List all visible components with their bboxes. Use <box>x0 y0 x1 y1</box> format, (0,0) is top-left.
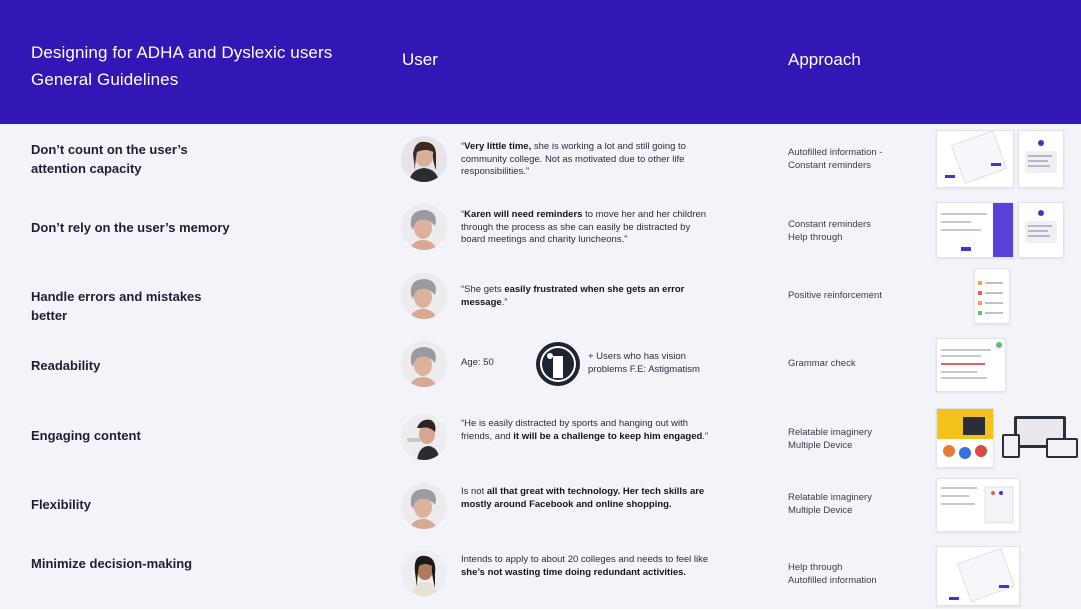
avatar <box>401 136 447 182</box>
screenshot-thumbnail <box>936 478 1020 532</box>
user-quote: “He is easily distracted by sports and h… <box>461 418 709 442</box>
phone-thumbnail <box>974 268 1010 324</box>
avatar <box>401 483 447 529</box>
screenshot-thumbnail <box>936 546 1020 606</box>
header-banner: Designing for ADHA and Dyslexic users Ge… <box>0 0 1081 124</box>
user-quote: “She gets easily frustrated when she get… <box>461 284 685 308</box>
approach-line: Constant reminders <box>788 160 871 171</box>
guideline-text: Engaging content <box>31 428 141 443</box>
approach-text: Relatable imaginery Multiple Device <box>788 426 872 452</box>
page-title: Designing for ADHA and Dyslexic users Ge… <box>31 39 332 93</box>
avatar <box>401 273 447 319</box>
approach-text: Grammar check <box>788 357 856 370</box>
user-quote: “Very little time, she is working a lot … <box>461 141 686 177</box>
astigmatism-eye-icon <box>536 342 580 386</box>
guideline-readability: Readability <box>31 356 231 375</box>
user-quote: Is not all that great with technology. H… <box>461 486 705 510</box>
guideline-errors: Handle errors and mistakes better <box>31 287 231 325</box>
approach-line: Positive reinforcement <box>788 290 882 301</box>
avatar <box>401 414 447 460</box>
guideline-decision: Minimize decision-making <box>31 554 231 573</box>
approach-line: Multiple Device <box>788 440 853 451</box>
approach-line: Help through <box>788 232 843 243</box>
approach-line: Help through <box>788 562 843 573</box>
guideline-text: attention capacity <box>31 161 142 176</box>
column-header-user: User <box>402 50 438 69</box>
phone-thumbnail <box>1018 202 1064 258</box>
user-quote: “Karen will need reminders to move her a… <box>461 209 707 245</box>
user-quote: Intends to apply to about 20 colleges an… <box>461 554 709 578</box>
avatar <box>401 204 447 250</box>
approach-text: Positive reinforcement <box>788 289 882 302</box>
guideline-memory: Don’t rely on the user’s memory <box>31 218 231 237</box>
approach-text: Autofilled information - Constant remind… <box>788 146 883 172</box>
title-line-2: General Guidelines <box>31 70 179 89</box>
guideline-text: Minimize decision-making <box>31 556 193 571</box>
screenshot-thumbnail <box>936 408 994 468</box>
column-header-approach: Approach <box>788 50 861 69</box>
screenshot-thumbnail <box>936 130 1014 188</box>
approach-text: Constant reminders Help through <box>788 218 871 244</box>
guideline-attention: Don’t count on the user’s attention capa… <box>31 140 231 178</box>
avatar <box>401 341 447 387</box>
approach-line: Autofilled information <box>788 575 877 586</box>
approach-line: Constant reminders <box>788 219 871 230</box>
screenshot-thumbnail <box>936 338 1006 392</box>
device-mockups <box>1002 414 1078 460</box>
guideline-text: Don’t count on the user’s <box>31 142 188 157</box>
guideline-engaging: Engaging content <box>31 426 231 445</box>
approach-line: Relatable imaginery <box>788 427 872 438</box>
guideline-text: Don’t rely on the user’s memory <box>31 220 230 235</box>
user-age: Age: 50 <box>461 357 494 368</box>
title-line-1: Designing for ADHA and Dyslexic users <box>31 43 333 62</box>
guideline-text: Readability <box>31 358 101 373</box>
avatar <box>401 550 447 596</box>
approach-line: Relatable imaginery <box>788 492 872 503</box>
phone-thumbnail <box>1018 130 1064 188</box>
approach-text: Relatable imaginery Multiple Device <box>788 491 872 517</box>
approach-line: Autofilled information - <box>788 147 883 158</box>
approach-text: Help through Autofilled information <box>788 561 877 587</box>
approach-line: Multiple Device <box>788 505 853 516</box>
guideline-text: Flexibility <box>31 497 91 512</box>
screenshot-thumbnail <box>936 202 1014 258</box>
extra-users-note: + Users who has vision problems F.E: Ast… <box>588 351 700 375</box>
approach-line: Grammar check <box>788 358 856 369</box>
guideline-text: Handle errors and mistakes better <box>31 289 202 323</box>
guideline-flexibility: Flexibility <box>31 495 231 514</box>
